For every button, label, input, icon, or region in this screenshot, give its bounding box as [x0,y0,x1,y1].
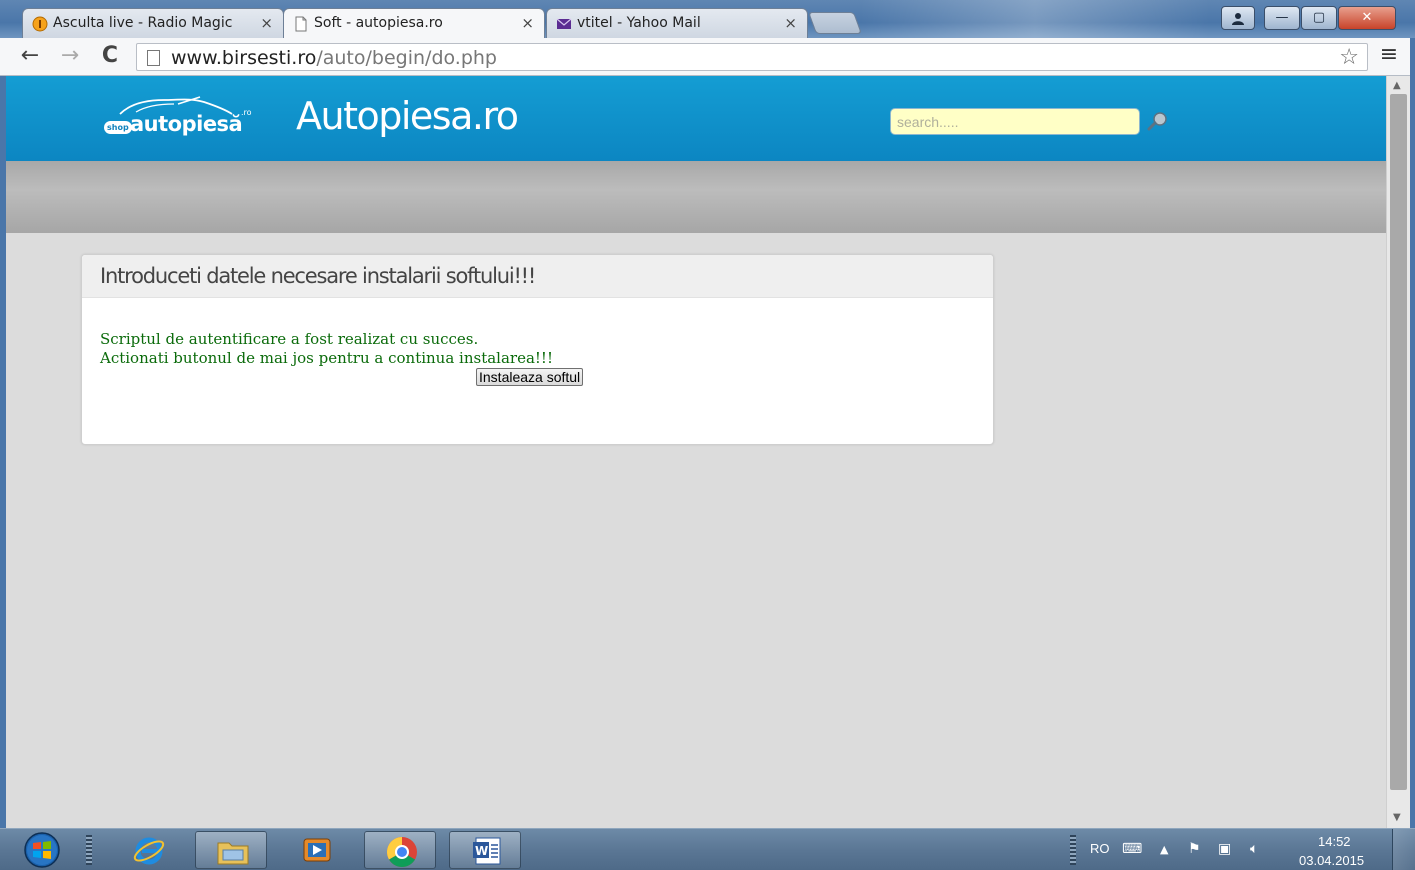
vertical-scrollbar[interactable]: ▲ ▼ [1386,76,1410,828]
site-header: shop autopiesă .ro Autopiesa.ro [6,76,1386,161]
navigation-band [6,161,1386,233]
url-host: www.birsesti.ro [171,47,317,69]
back-arrow-icon: ← [20,43,40,68]
chrome-menu-button[interactable]: ≡ [1376,42,1402,70]
tab-title: Soft - autopiesa.ro [314,15,443,31]
shop-badge: shop [104,121,132,134]
show-hidden-icons-icon[interactable]: ▲ [1160,843,1168,856]
clock-time[interactable]: 14:52 [1318,834,1351,849]
taskbar-internet-explorer[interactable] [112,831,184,869]
tab-close-icon[interactable]: × [784,14,797,32]
panel-body: Scriptul de autentificare a fost realiza… [82,298,993,386]
back-button[interactable]: ← [16,43,44,71]
page-icon [147,50,160,66]
reload-button[interactable]: C [96,43,124,71]
action-center-flag-icon[interactable]: ⚑ [1188,841,1201,857]
taskbar-word[interactable]: W [449,831,521,869]
show-desktop-button[interactable] [1392,829,1415,870]
windows-taskbar: W RO ⌨ ▲ ⚑ ▣ 🔈︎ 14:52 03.04.2015 [0,828,1415,870]
clock-date[interactable]: 03.04.2015 [1299,853,1364,868]
maximize-icon: ▢ [1312,10,1326,25]
browser-toolbar: ← → C www.birsesti.ro/auto/begin/do.php … [0,38,1415,76]
start-button-icon[interactable] [16,831,68,869]
bookmark-star-icon[interactable]: ☆ [1339,45,1359,70]
user-icon [1232,13,1244,25]
url-path: /auto/begin/do.php [316,47,497,69]
taskbar-media-player[interactable] [280,831,352,869]
instruction-message: Actionati butonul de mai jos pentru a co… [100,349,553,367]
profile-button[interactable] [1221,6,1255,30]
media-player-icon [303,838,331,862]
minimize-button[interactable]: — [1264,6,1300,30]
browser-titlebar: Asculta live - Radio Magic × Soft - auto… [0,0,1415,38]
internet-explorer-icon [133,837,165,865]
mail-favicon-icon [556,18,572,29]
volume-icon[interactable]: 🔈︎ [1250,841,1258,857]
taskbar-chrome[interactable] [364,831,436,869]
scroll-up-icon[interactable]: ▲ [1393,80,1401,91]
forward-arrow-icon: → [60,43,80,68]
reload-icon: C [101,43,119,68]
url-text: www.birsesti.ro/auto/begin/do.php [171,47,497,69]
tab-radio-magic[interactable]: Asculta live - Radio Magic × [22,8,284,38]
taskbar-grip[interactable] [86,835,92,865]
tab-title: Asculta live - Radio Magic [53,15,233,31]
new-tab-button[interactable] [807,12,863,34]
hamburger-icon: ≡ [1379,42,1399,67]
close-window-button[interactable]: ✕ [1338,6,1396,30]
maximize-button[interactable]: ▢ [1301,6,1337,30]
tab-yahoo-mail[interactable]: vtitel - Yahoo Mail × [546,8,808,38]
search-input[interactable] [890,108,1140,135]
keyboard-icon[interactable]: ⌨ [1122,841,1142,857]
forward-button[interactable]: → [56,43,84,71]
page-favicon-icon [295,16,307,32]
language-indicator[interactable]: RO [1090,841,1110,856]
success-message: Scriptul de autentificare a fost realiza… [100,330,479,348]
svg-text:W: W [475,844,488,858]
install-panel: Introduceti datele necesare instalarii s… [81,254,994,445]
panel-heading: Introduceti datele necesare instalarii s… [82,255,993,298]
address-bar[interactable]: www.birsesti.ro/auto/begin/do.php ☆ [136,43,1368,71]
search-icon[interactable] [1146,110,1170,132]
tab-title: vtitel - Yahoo Mail [577,15,701,31]
radio-favicon-icon [32,16,48,32]
word-icon: W [473,837,501,865]
tab-soft-autopiesa[interactable]: Soft - autopiesa.ro × [283,8,545,38]
logo-ro: .ro [241,108,252,117]
folder-icon [217,842,249,865]
chrome-icon [386,837,417,868]
close-icon: ✕ [1361,10,1373,25]
tab-close-icon[interactable]: × [521,14,534,32]
install-software-button[interactable]: Instaleaza softul [476,368,584,386]
tray-grip[interactable] [1070,835,1076,865]
system-tray: RO ⌨ ▲ ⚑ ▣ 🔈︎ 14:52 03.04.2015 [1066,829,1415,870]
tab-close-icon[interactable]: × [260,14,273,32]
site-logo[interactable]: shop autopiesă .ro [104,94,256,144]
site-title: Autopiesa.ro [296,94,519,138]
taskbar-file-explorer[interactable] [195,831,267,869]
logo-wordmark: autopiesă [130,112,243,136]
page-viewport: shop autopiesă .ro Autopiesa.ro Introduc… [6,76,1386,828]
minimize-icon: — [1275,10,1289,25]
network-icon[interactable]: ▣ [1218,841,1231,857]
scrollbar-thumb[interactable] [1390,94,1407,790]
scroll-down-icon[interactable]: ▼ [1393,812,1401,823]
window-frame-right [1410,38,1415,828]
